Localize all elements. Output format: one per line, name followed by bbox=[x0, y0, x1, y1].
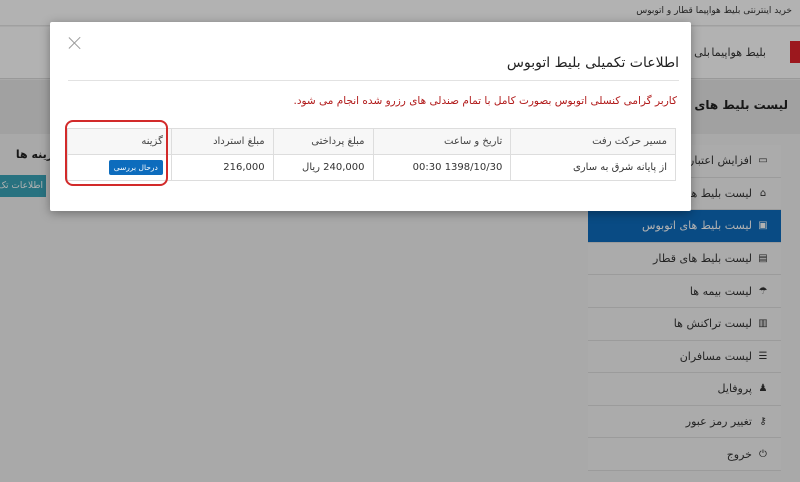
ticket-info-table: مسیر حرکت رفت تاریخ و ساعت مبلغ پرداختی … bbox=[67, 128, 676, 181]
column-header-refund: مبلغ استرداد bbox=[170, 128, 274, 155]
column-header-option: گزینه bbox=[67, 128, 172, 155]
table-row: از پایانه شرق به ساری 1398/10/30 00:30 2… bbox=[67, 154, 676, 181]
column-header-route: مسیر حرکت رفت bbox=[510, 128, 676, 155]
modal-divider bbox=[68, 80, 679, 81]
close-icon[interactable] bbox=[68, 36, 82, 50]
cell-datetime: 1398/10/30 00:30 bbox=[372, 154, 512, 181]
bus-ticket-details-modal: اطلاعات تکمیلی بلیط اتوبوس کاربر گرامی ک… bbox=[50, 22, 691, 211]
table-header-row: مسیر حرکت رفت تاریخ و ساعت مبلغ پرداختی … bbox=[67, 128, 676, 155]
modal-title: اطلاعات تکمیلی بلیط اتوبوس bbox=[506, 55, 679, 71]
cancellation-warning: کاربر گرامی کنسلی اتوبوس بصورت کامل با ت… bbox=[293, 95, 677, 107]
cell-paid: 240,000 ریال bbox=[272, 154, 374, 181]
cell-option: درحال بررسی bbox=[67, 154, 172, 181]
cell-refund: 216,000 bbox=[170, 154, 274, 181]
column-header-paid: مبلغ پرداختی bbox=[272, 128, 374, 155]
status-button[interactable]: درحال بررسی bbox=[108, 160, 163, 175]
column-header-datetime: تاریخ و ساعت bbox=[372, 128, 512, 155]
cell-route: از پایانه شرق به ساری bbox=[510, 154, 676, 181]
